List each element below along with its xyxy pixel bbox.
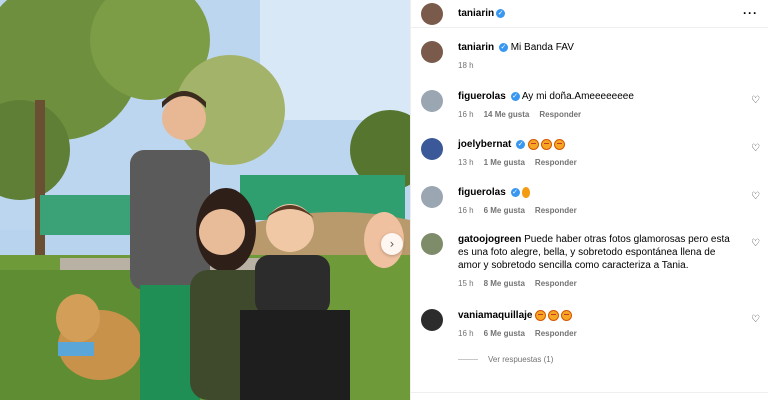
- verified-badge-icon: ✓: [510, 91, 520, 101]
- comment-time: 13 h: [458, 158, 474, 167]
- comment-time: 16 h: [458, 329, 474, 338]
- reply-button[interactable]: Responder: [535, 206, 577, 215]
- caption-username[interactable]: taniarin: [458, 42, 494, 53]
- caption-time: 18 h: [458, 61, 474, 70]
- post-photo: ›: [0, 0, 410, 400]
- chevron-right-icon: ›: [389, 237, 395, 251]
- comment-username[interactable]: figuerolas: [458, 187, 506, 198]
- commenter-avatar[interactable]: [421, 309, 443, 331]
- commenter-avatar[interactable]: [421, 233, 443, 255]
- photo-illustration: [0, 0, 410, 400]
- verified-badge-icon: ✓: [516, 139, 526, 149]
- reply-button[interactable]: Responder: [535, 279, 577, 288]
- fire-emoji-icon: [522, 186, 531, 198]
- comment-username[interactable]: vaniamaquillaje: [458, 310, 532, 321]
- author-avatar[interactable]: [421, 2, 443, 25]
- star-struck-emoji-icon: [540, 138, 552, 150]
- star-struck-emoji-icon: [548, 309, 560, 321]
- heart-icon[interactable]: ♡: [751, 314, 760, 325]
- comment-username[interactable]: gatoojogreen: [458, 234, 521, 245]
- reply-button[interactable]: Responder: [539, 110, 581, 119]
- comments-panel: taniarin ✓ ··· taniarin ✓ Mi Banda FAV 1…: [410, 0, 768, 400]
- star-struck-emoji-icon: [535, 309, 547, 321]
- comment-time: 16 h: [458, 110, 474, 119]
- caption-body: taniarin ✓ Mi Banda FAV 18 h: [458, 41, 736, 70]
- heart-icon[interactable]: ♡: [751, 143, 760, 154]
- reply-button[interactable]: Responder: [535, 329, 577, 338]
- comment-time: 16 h: [458, 206, 474, 215]
- heart-icon[interactable]: ♡: [751, 238, 760, 249]
- heart-icon[interactable]: ♡: [751, 191, 760, 202]
- comment-text: Ay mi doña.Ameeeeeeee: [521, 91, 634, 102]
- caption-text: Mi Banda FAV: [510, 42, 574, 53]
- heart-icon[interactable]: ♡: [751, 95, 760, 106]
- star-struck-emoji-icon: [561, 309, 573, 321]
- comment-likes[interactable]: 14 Me gusta: [484, 110, 530, 119]
- author-avatar[interactable]: [421, 41, 443, 63]
- verified-badge-icon: ✓: [510, 187, 520, 197]
- comment-time: 15 h: [458, 279, 474, 288]
- more-horizontal-icon[interactable]: ···: [743, 6, 758, 20]
- comment-likes[interactable]: 6 Me gusta: [484, 206, 525, 215]
- commenter-avatar[interactable]: [421, 186, 443, 208]
- star-struck-emoji-icon: [527, 138, 539, 150]
- commenter-avatar[interactable]: [421, 90, 443, 112]
- comment-likes[interactable]: 1 Me gusta: [484, 158, 525, 167]
- star-struck-emoji-icon: [553, 138, 565, 150]
- author-username[interactable]: taniarin: [458, 8, 494, 19]
- next-photo-button[interactable]: ›: [381, 233, 403, 255]
- commenter-avatar[interactable]: [421, 138, 443, 160]
- comment-likes[interactable]: 8 Me gusta: [484, 279, 525, 288]
- post-header: taniarin ✓ ···: [411, 0, 768, 28]
- view-replies-label: Ver respuestas (1): [488, 355, 554, 364]
- divider: [458, 359, 478, 360]
- reply-button[interactable]: Responder: [535, 158, 577, 167]
- verified-badge-icon: ✓: [496, 9, 506, 18]
- verified-badge-icon: ✓: [498, 42, 508, 52]
- comment-likes[interactable]: 6 Me gusta: [484, 329, 525, 338]
- view-replies-button[interactable]: Ver respuestas (1): [458, 355, 553, 364]
- comment-username[interactable]: figuerolas: [458, 91, 506, 102]
- comment-username[interactable]: joelybernat: [458, 139, 511, 150]
- divider: [411, 392, 768, 393]
